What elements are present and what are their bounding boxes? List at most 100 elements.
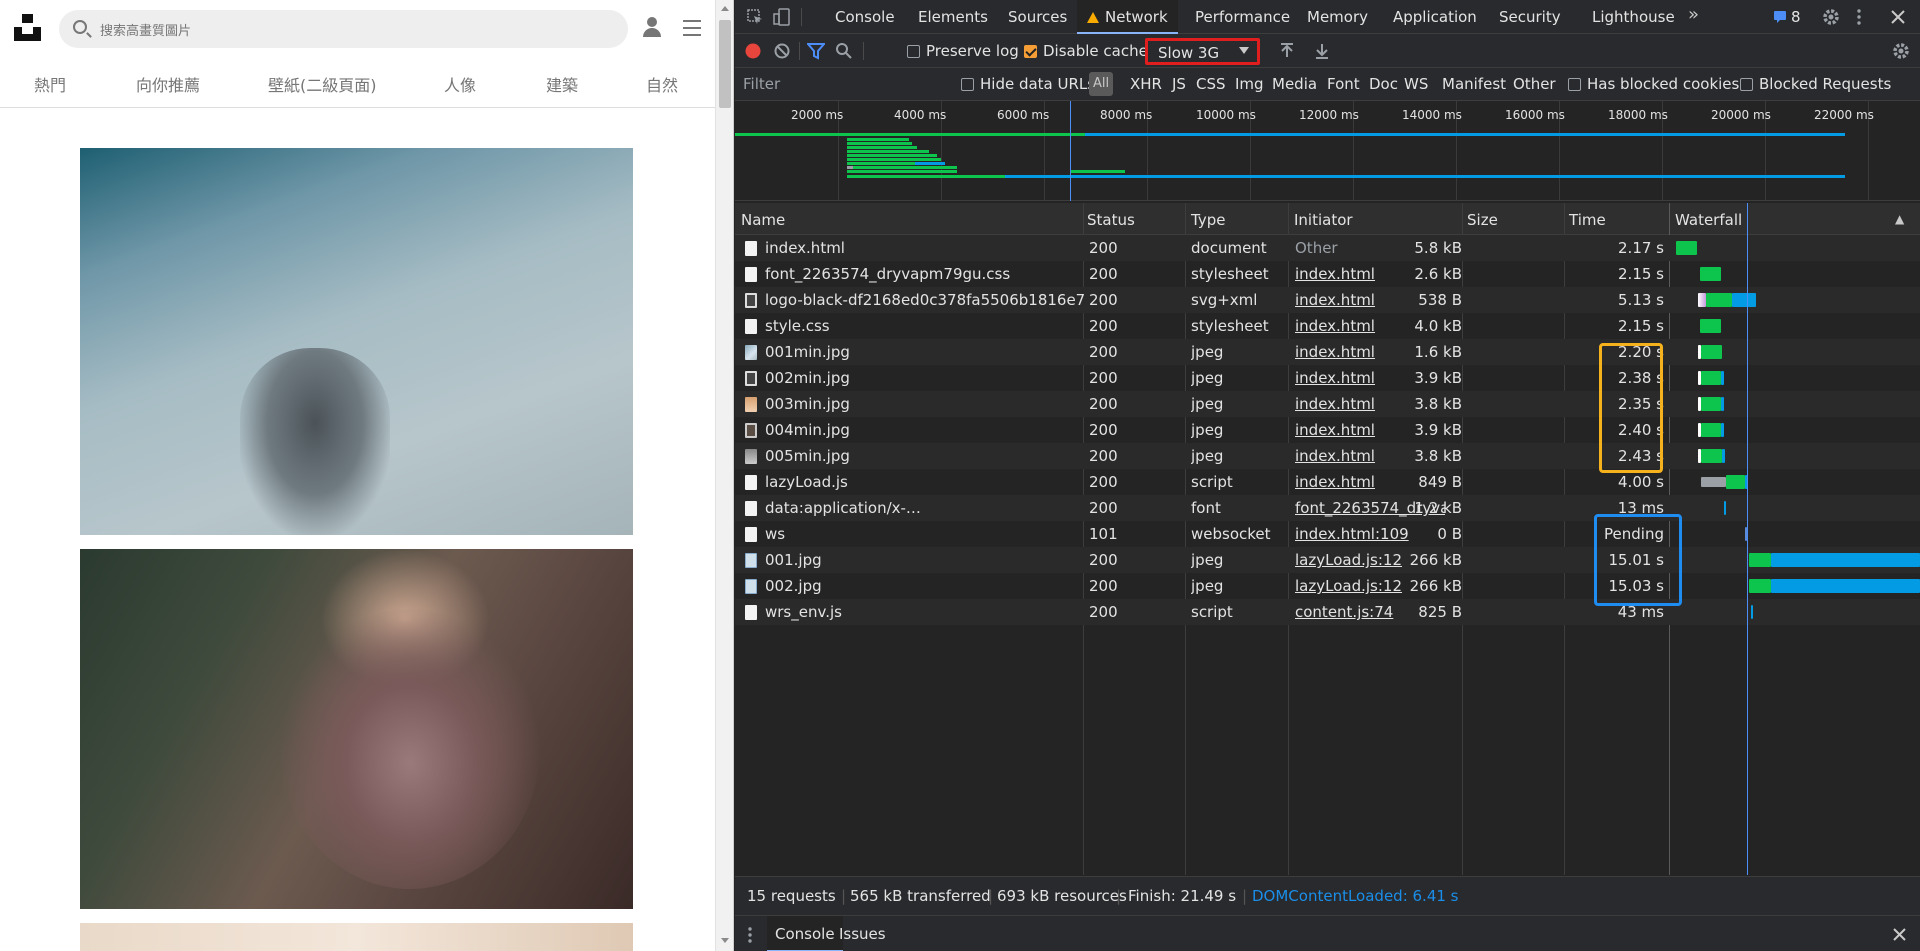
tab-security[interactable]: Security [1499, 8, 1561, 26]
filter-other[interactable]: Other [1513, 75, 1556, 93]
has-blocked-cookies-label: Has blocked cookies [1587, 75, 1740, 93]
device-toolbar-icon[interactable] [773, 8, 791, 26]
record-icon[interactable] [744, 42, 762, 60]
filter-manifest[interactable]: Manifest [1442, 75, 1506, 93]
preserve-log-check[interactable] [907, 45, 920, 58]
filter-ws[interactable]: WS [1404, 75, 1428, 93]
filter-font[interactable]: Font [1327, 75, 1360, 93]
column-type[interactable]: Type [1191, 211, 1225, 229]
scroll-up-arrow-icon[interactable] [721, 6, 729, 11]
column-time[interactable]: Time [1569, 211, 1606, 229]
tab-application[interactable]: Application [1393, 8, 1477, 26]
filter-all-button[interactable]: All [1089, 72, 1113, 96]
has-blocked-cookies-check[interactable] [1568, 78, 1581, 91]
nav-item-recommended[interactable]: 向你推薦 [136, 72, 200, 96]
throttling-select[interactable]: Slow 3G [1145, 38, 1260, 65]
column-waterfall[interactable]: Waterfall [1675, 211, 1742, 229]
page-scrollbar[interactable] [715, 0, 733, 951]
clear-icon[interactable] [773, 42, 791, 60]
request-row[interactable]: 003min.jpg 200 jpeg index.html 3.8 kB 2.… [735, 391, 1920, 417]
drawer-tab-issues[interactable]: Issues [831, 916, 894, 951]
export-har-icon[interactable] [1314, 42, 1330, 60]
sort-ascending-icon[interactable]: ▲ [1895, 212, 1904, 226]
request-status: 200 [1089, 343, 1118, 361]
request-row[interactable]: index.html 200 document Other 5.8 kB 2.1… [735, 235, 1920, 261]
waterfall-bar [1749, 579, 1771, 593]
tab-elements[interactable]: Elements [918, 8, 988, 26]
tab-lighthouse[interactable]: Lighthouse [1592, 8, 1675, 26]
photo-3[interactable] [80, 923, 633, 951]
site-logo-icon[interactable] [14, 14, 41, 41]
has-blocked-cookies-checkbox[interactable]: Has blocked cookies [1568, 75, 1739, 93]
more-tabs-icon[interactable]: » [1688, 4, 1699, 25]
import-har-icon[interactable] [1279, 42, 1295, 60]
hide-data-urls-checkbox[interactable]: Hide data URLs [961, 75, 1095, 93]
close-devtools-icon[interactable] [1891, 10, 1905, 24]
issues-badge-count[interactable]: 8 [1791, 8, 1801, 26]
request-row[interactable]: 005min.jpg 200 jpeg index.html 3.8 kB 2.… [735, 443, 1920, 469]
request-size: 3.9 kB [1414, 421, 1462, 439]
preserve-log-checkbox[interactable]: Preserve log [907, 42, 1019, 60]
nav-item-nature[interactable]: 自然 [646, 72, 678, 96]
filter-doc[interactable]: Doc [1369, 75, 1398, 93]
issues-badge-icon[interactable] [1773, 10, 1787, 24]
disable-cache-checkbox[interactable]: Disable cache [1024, 42, 1148, 60]
request-row[interactable]: data:application/x-… 200 font font_22635… [735, 495, 1920, 521]
tab-network[interactable]: Network [1077, 0, 1178, 34]
blocked-requests-check[interactable] [1740, 78, 1753, 91]
request-row[interactable]: font_2263574_dryvapm79gu.css 200 stylesh… [735, 261, 1920, 287]
request-size: 266 kB [1409, 577, 1462, 595]
request-row[interactable]: 004min.jpg 200 jpeg index.html 3.9 kB 2.… [735, 417, 1920, 443]
column-status[interactable]: Status [1087, 211, 1135, 229]
request-row[interactable]: logo-black-df2168ed0c378fa5506b1816e75e…… [735, 287, 1920, 313]
user-icon[interactable] [642, 17, 662, 37]
filter-media[interactable]: Media [1272, 75, 1317, 93]
network-settings-gear-icon[interactable] [1891, 41, 1911, 61]
column-name[interactable]: Name [741, 211, 785, 229]
inspect-element-icon[interactable] [747, 9, 763, 25]
scrollbar-thumb[interactable] [719, 20, 731, 108]
network-overview-timeline[interactable]: 2000 ms 4000 ms 6000 ms 8000 ms 10000 ms… [735, 101, 1920, 201]
disable-cache-check[interactable] [1024, 45, 1037, 58]
request-row[interactable]: style.css 200 stylesheet index.html 4.0 … [735, 313, 1920, 339]
request-status: 200 [1089, 291, 1118, 309]
filter-icon[interactable] [807, 42, 825, 60]
request-row[interactable]: 002min.jpg 200 jpeg index.html 3.9 kB 2.… [735, 365, 1920, 391]
filter-input[interactable]: Filter [743, 75, 780, 93]
search-network-icon[interactable] [835, 42, 853, 60]
more-options-icon[interactable] [1856, 8, 1862, 26]
nav-item-architecture[interactable]: 建築 [546, 72, 578, 96]
tab-performance[interactable]: Performance [1195, 8, 1290, 26]
request-row[interactable]: wrs_env.js 200 script content.js:74 825 … [735, 599, 1920, 625]
overview-tick-label: 22000 ms [1814, 108, 1874, 122]
hamburger-menu-icon[interactable] [683, 20, 701, 36]
nav-item-hot[interactable]: 熱門 [34, 72, 66, 96]
tab-sources[interactable]: Sources [1008, 8, 1067, 26]
request-row[interactable]: 001.jpg 200 jpeg lazyLoad.js:12 266 kB 1… [735, 547, 1920, 573]
request-status: 200 [1089, 603, 1118, 621]
filter-js[interactable]: JS [1172, 75, 1186, 93]
column-initiator[interactable]: Initiator [1294, 211, 1353, 229]
scroll-down-arrow-icon[interactable] [721, 938, 729, 943]
request-row[interactable]: 002.jpg 200 jpeg lazyLoad.js:12 266 kB 1… [735, 573, 1920, 599]
request-row[interactable]: 001min.jpg 200 jpeg index.html 1.6 kB 2.… [735, 339, 1920, 365]
search-input[interactable]: 搜索高畫質圖片 [59, 10, 628, 48]
settings-gear-icon[interactable] [1821, 7, 1841, 27]
blocked-requests-checkbox[interactable]: Blocked Requests [1740, 75, 1891, 93]
photo-1[interactable] [80, 148, 633, 535]
nav-item-wallpaper[interactable]: 壁紙(二級頁面) [268, 72, 377, 96]
column-size[interactable]: Size [1467, 211, 1498, 229]
filter-img[interactable]: Img [1235, 75, 1264, 93]
request-row[interactable]: lazyLoad.js 200 script index.html 849 B … [735, 469, 1920, 495]
tab-memory[interactable]: Memory [1307, 8, 1368, 26]
filter-xhr[interactable]: XHR [1130, 75, 1162, 93]
photo-2[interactable] [80, 549, 633, 909]
nav-item-portrait[interactable]: 人像 [444, 72, 476, 96]
hide-data-urls-check[interactable] [961, 78, 974, 91]
request-size: 3.8 kB [1414, 447, 1462, 465]
tab-console[interactable]: Console [835, 8, 895, 26]
drawer-menu-icon[interactable] [747, 926, 753, 944]
close-drawer-icon[interactable] [1893, 928, 1906, 941]
filter-css[interactable]: CSS [1196, 75, 1226, 93]
request-row[interactable]: ws 101 websocket index.html:109 0 B Pend… [735, 521, 1920, 547]
